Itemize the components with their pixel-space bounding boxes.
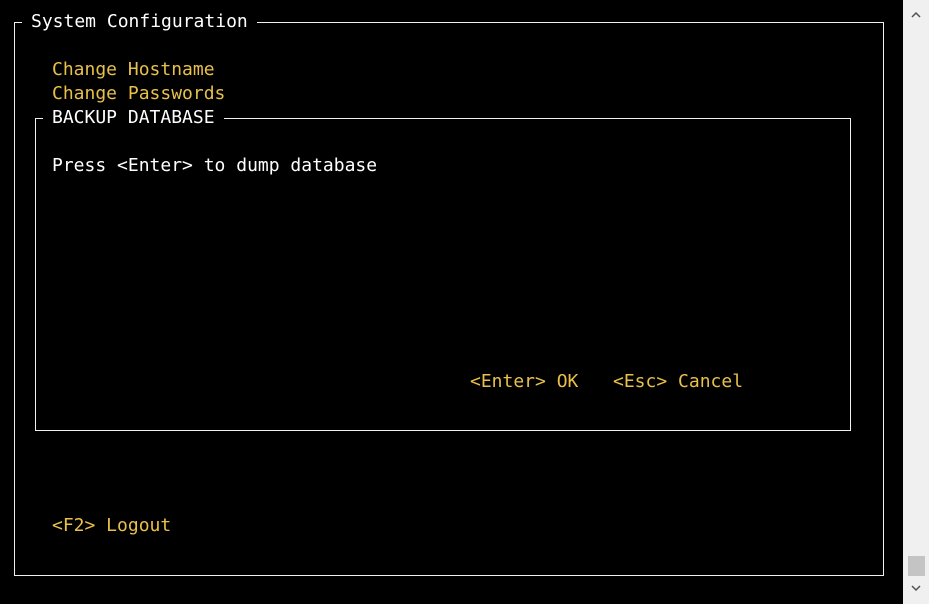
vertical-scrollbar[interactable] xyxy=(903,0,929,604)
terminal-screen: System Configuration Change Hostname Cha… xyxy=(0,0,903,604)
menu-item-change-hostname[interactable]: Change Hostname xyxy=(52,58,215,82)
ok-button[interactable]: <Enter> OK xyxy=(470,370,578,394)
chevron-down-icon[interactable] xyxy=(903,578,929,598)
dialog-title: BACKUP DATABASE xyxy=(43,106,224,130)
logout-button[interactable]: <F2> Logout xyxy=(52,514,171,538)
menu-item-change-passwords[interactable]: Change Passwords xyxy=(52,82,225,106)
scrollbar-thumb[interactable] xyxy=(908,556,925,576)
cancel-button[interactable]: <Esc> Cancel xyxy=(613,370,743,394)
chevron-up-icon[interactable] xyxy=(903,4,929,24)
dialog-message: Press <Enter> to dump database xyxy=(52,155,378,176)
window-title: System Configuration xyxy=(22,10,257,34)
